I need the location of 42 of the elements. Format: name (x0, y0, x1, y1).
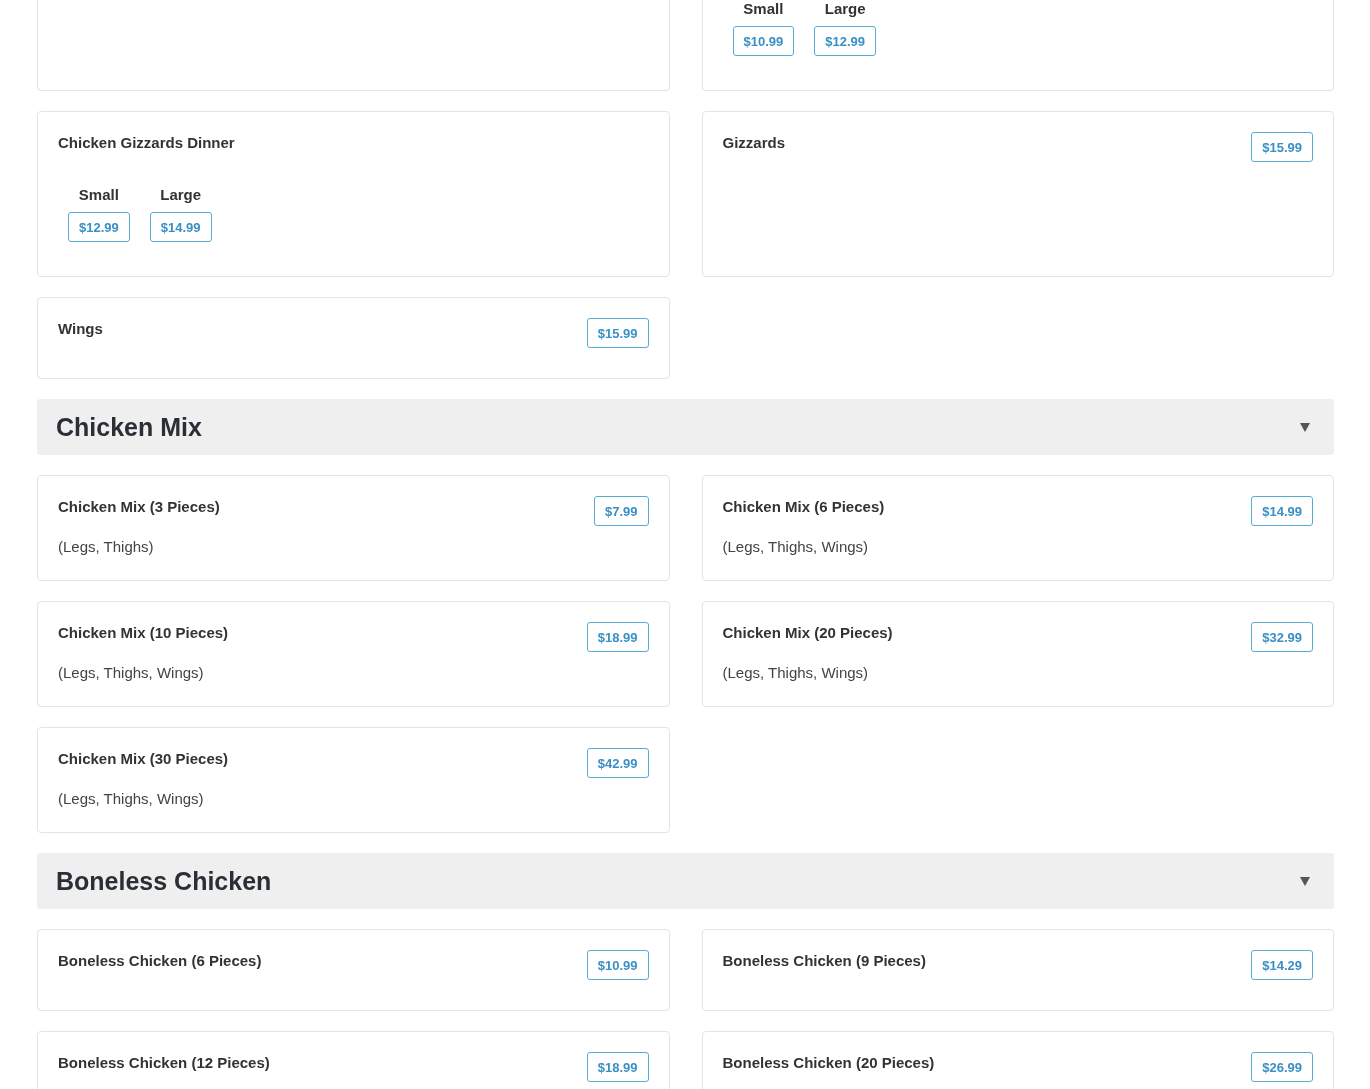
price-button[interactable]: $7.99 (593, 496, 649, 526)
section-title: Boneless Chicken (56, 866, 272, 896)
price-button[interactable]: $12.99 (814, 26, 877, 56)
price-button[interactable]: $15.99 (1251, 132, 1313, 162)
item-name: Wings (58, 319, 103, 339)
item-name: Boneless Chicken (12 Pieces) (58, 1053, 270, 1073)
price-button[interactable]: $14.29 (1251, 950, 1313, 980)
price-button[interactable]: $26.99 (1251, 1052, 1313, 1082)
item-description: (Legs, Thighs, Wings) (58, 789, 205, 809)
item-name: Chicken Mix (20 Pieces) (722, 623, 893, 643)
size-label: Large (824, 0, 866, 18)
size-label: Small (743, 0, 784, 18)
item-name: Boneless Chicken (20 Pieces) (722, 1053, 935, 1073)
section-header[interactable]: Boneless Chicken (37, 853, 1334, 909)
item-description: (Legs, Thighs, Wings) (722, 663, 870, 683)
price-button[interactable]: $18.99 (586, 1052, 649, 1082)
item-description: (Legs, Thighs) (58, 537, 155, 557)
item-description: (Legs, Thighs, Wings) (722, 537, 870, 557)
item-name: Chicken Mix (10 Pieces) (58, 623, 229, 643)
price-button[interactable]: $14.99 (149, 212, 212, 242)
price-button[interactable]: $10.99 (732, 26, 795, 56)
price-button[interactable]: $14.99 (1251, 496, 1313, 526)
price-button[interactable]: $42.99 (586, 748, 649, 778)
size-label: Large (160, 186, 202, 204)
item-name: Chicken Mix (30 Pieces) (58, 749, 229, 769)
item-name: Boneless Chicken (9 Pieces) (722, 951, 926, 971)
caret-icon (1300, 422, 1310, 432)
item-name: Chicken Gizzards Dinner (58, 133, 235, 153)
price-button[interactable]: $10.99 (586, 950, 649, 980)
item-description: (Legs, Thighs, Wings) (58, 663, 205, 683)
caret-icon (1300, 876, 1310, 886)
item-name: Chicken Mix (6 Pieces) (722, 497, 885, 517)
price-button[interactable]: $12.99 (68, 212, 130, 242)
item-name: Boneless Chicken (6 Pieces) (58, 951, 262, 971)
section-title: Chicken Mix (56, 412, 202, 442)
price-button[interactable]: $18.99 (586, 622, 649, 652)
price-button[interactable]: $32.99 (1251, 622, 1313, 652)
item-name: Chicken Mix (3 Pieces) (58, 497, 220, 517)
price-button[interactable]: $15.99 (586, 318, 649, 348)
section-header[interactable]: Chicken Mix (37, 399, 1334, 455)
item-name: Gizzards (722, 133, 786, 153)
size-label: Small (78, 186, 119, 204)
